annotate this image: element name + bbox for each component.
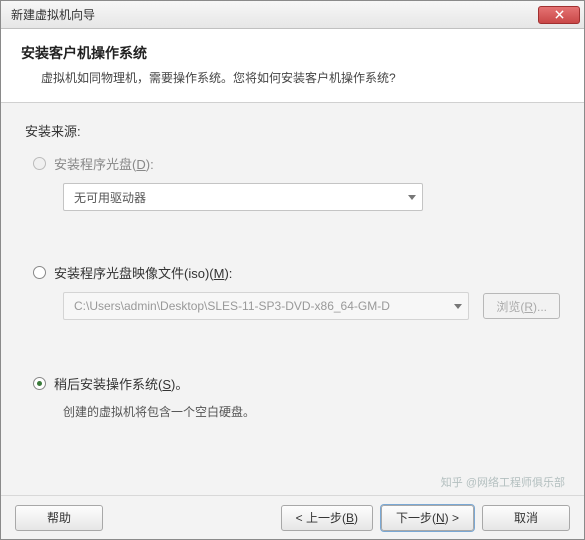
iso-path-select[interactable]: C:\Users\admin\Desktop\SLES-11-SP3-DVD-x… [63, 292, 469, 320]
radio-icon [33, 377, 46, 390]
content-area: 安装来源: 安装程序光盘(D): 无可用驱动器 安装程序光盘映像文件(iso)(… [1, 103, 584, 495]
close-button[interactable] [538, 6, 580, 24]
radio-iso-file[interactable]: 安装程序光盘映像文件(iso)(M): [33, 263, 560, 282]
option-iso-group: 安装程序光盘映像文件(iso)(M): C:\Users\admin\Deskt… [25, 263, 560, 320]
iso-label-key: M [214, 266, 225, 281]
header-panel: 安装客户机操作系统 虚拟机如同物理机，需要操作系统。您将如何安装客户机操作系统? [1, 29, 584, 103]
cancel-button[interactable]: 取消 [482, 505, 570, 531]
later-label-key: S [162, 377, 171, 392]
disc-label-key: D [136, 157, 145, 172]
radio-installer-disc[interactable]: 安装程序光盘(D): [33, 154, 560, 173]
disc-drive-select[interactable]: 无可用驱动器 [63, 183, 423, 211]
option-disc-group: 安装程序光盘(D): 无可用驱动器 [25, 154, 560, 211]
disc-label-post: ): [146, 157, 154, 172]
later-label-post: )。 [171, 377, 188, 392]
radio-icon [33, 157, 46, 170]
later-hint: 创建的虚拟机将包含一个空白硬盘。 [33, 403, 560, 420]
close-icon [555, 10, 564, 19]
next-button[interactable]: 下一步(N) > [381, 505, 474, 531]
radio-install-later[interactable]: 稍后安装操作系统(S)。 [33, 374, 560, 393]
window-title: 新建虚拟机向导 [11, 6, 95, 23]
iso-label-pre: 安装程序光盘映像文件(iso)( [54, 266, 214, 281]
iso-label-post: ): [224, 266, 232, 281]
chevron-down-icon [454, 304, 462, 309]
disc-label-pre: 安装程序光盘( [54, 157, 136, 172]
back-button[interactable]: < 上一步(B) [281, 505, 373, 531]
header-subtitle: 虚拟机如同物理机，需要操作系统。您将如何安装客户机操作系统? [21, 69, 564, 86]
watermark-text: 知乎 @网络工程师俱乐部 [441, 474, 565, 490]
iso-path-text: C:\Users\admin\Desktop\SLES-11-SP3-DVD-x… [74, 299, 390, 313]
chevron-down-icon [408, 195, 416, 200]
wizard-window: 新建虚拟机向导 安装客户机操作系统 虚拟机如同物理机，需要操作系统。您将如何安装… [0, 0, 585, 540]
browse-button[interactable]: 浏览(R)... [483, 293, 560, 319]
footer-bar: 帮助 < 上一步(B) 下一步(N) > 取消 [1, 495, 584, 539]
header-title: 安装客户机操作系统 [21, 43, 564, 63]
titlebar: 新建虚拟机向导 [1, 1, 584, 29]
disc-combo-text: 无可用驱动器 [74, 189, 146, 206]
radio-icon [33, 266, 46, 279]
option-later-group: 稍后安装操作系统(S)。 创建的虚拟机将包含一个空白硬盘。 [25, 374, 560, 420]
later-label-pre: 稍后安装操作系统( [54, 377, 162, 392]
source-label: 安装来源: [25, 121, 560, 140]
help-button[interactable]: 帮助 [15, 505, 103, 531]
